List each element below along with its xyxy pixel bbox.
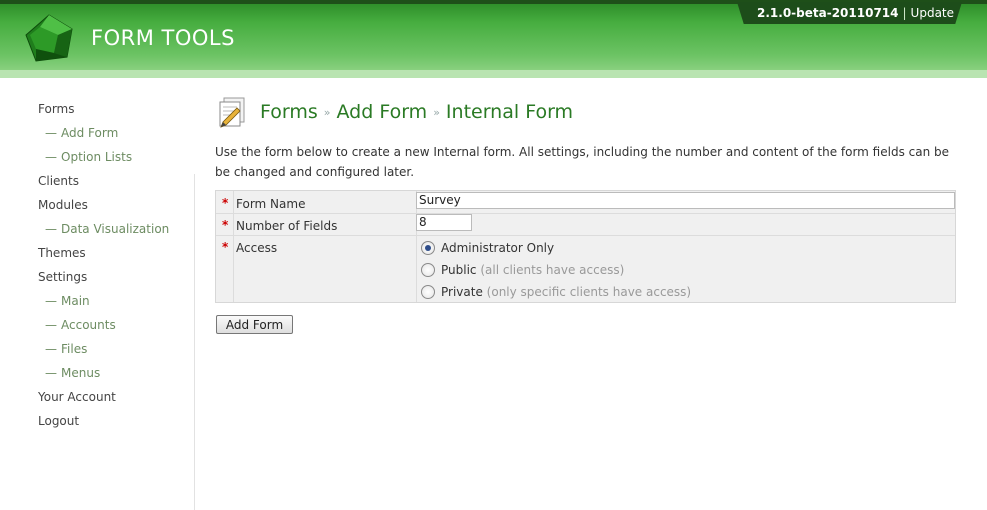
add-form-button[interactable]: Add Form [216,315,293,334]
sidebar-item-add-form[interactable]: — Add Form [45,126,118,140]
sidebar-item-clients[interactable]: Clients [38,174,79,188]
breadcrumb-forms[interactable]: Forms [260,101,318,123]
sidebar-item-option-lists[interactable]: — Option Lists [45,150,132,164]
sidebar-item-your-account[interactable]: Your Account [38,390,116,404]
sidebar-item-label: Add Form [61,126,119,140]
access-public-radio[interactable] [421,263,435,277]
access-public-hint: (all clients have access) [480,263,625,277]
required-marker: * [222,196,229,210]
row-divider [216,235,955,236]
version-number: 2.1.0-beta-20110714 [757,6,899,20]
sidebar-item-menus[interactable]: — Menus [45,366,100,380]
access-private-hint: (only specific clients have access) [486,285,692,299]
access-private-radio[interactable] [421,285,435,299]
number-of-fields-input[interactable] [416,214,472,231]
required-marker: * [222,240,229,254]
sidebar-item-data-visualization[interactable]: — Data Visualization [45,222,169,236]
row-divider [216,213,955,214]
sidebar-item-files[interactable]: — Files [45,342,87,356]
access-admin-only-radio[interactable] [421,241,435,255]
sidebar-item-logout[interactable]: Logout [38,414,79,428]
breadcrumb-add-form[interactable]: Add Form [337,101,428,123]
number-of-fields-label: Number of Fields [236,219,338,233]
access-private-label[interactable]: Private (only specific clients have acce… [441,285,691,299]
sidebar-item-label: Accounts [61,318,116,332]
access-public-label[interactable]: Public (all clients have access) [441,263,624,277]
update-link[interactable]: Update [911,6,954,20]
version-bar: 2.1.0-beta-20110714 | Update [757,6,954,20]
sidebar-item-themes[interactable]: Themes [38,246,86,260]
sidebar-item-label: Menus [61,366,101,380]
breadcrumb-separator-icon: » [433,106,440,119]
sidebar-item-forms[interactable]: Forms [38,102,74,116]
column-divider [233,191,234,302]
forms-page-icon [219,97,245,128]
sidebar-item-modules[interactable]: Modules [38,198,88,212]
form-tools-logo-icon [25,14,73,62]
version-separator: | [902,6,907,20]
form-name-label: Form Name [236,197,306,211]
sidebar-item-label: Files [61,342,88,356]
sidebar-item-label: Option Lists [61,150,133,164]
sidebar-item-main[interactable]: — Main [45,294,90,308]
header-bottom-band [0,70,987,78]
breadcrumb: Forms » Add Form » Internal Form [260,101,573,123]
sidebar-divider [194,174,195,510]
app-title: FORM TOOLS [91,26,235,50]
breadcrumb-internal-form: Internal Form [445,101,574,123]
sidebar-item-label: Main [61,294,90,308]
intro-text: Use the form below to create a new Inter… [215,145,950,179]
required-marker: * [222,218,229,232]
sidebar-item-settings[interactable]: Settings [38,270,87,284]
form-name-input[interactable] [416,192,955,209]
breadcrumb-separator-icon: » [323,106,331,119]
access-label: Access [236,241,278,255]
sidebar-item-accounts[interactable]: — Accounts [45,318,116,332]
sidebar-item-label: Data Visualization [61,222,170,236]
access-admin-only-label[interactable]: Administrator Only [441,241,554,255]
